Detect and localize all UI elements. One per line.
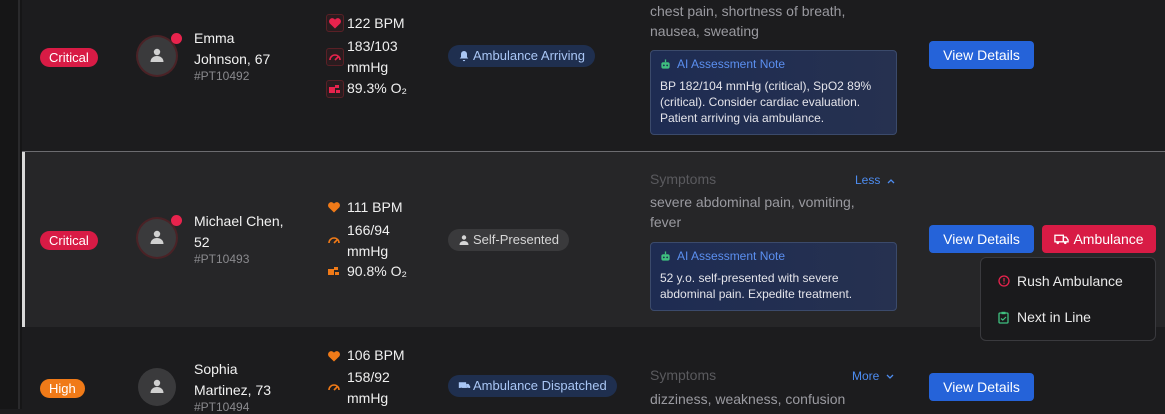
- clipboard-icon: [998, 311, 1009, 324]
- less-toggle[interactable]: Less: [855, 173, 895, 187]
- person-icon: [459, 235, 469, 245]
- chevron-up-icon: [887, 179, 895, 184]
- avatar: [138, 219, 176, 257]
- view-details-button[interactable]: View Details: [929, 41, 1034, 69]
- symptoms-text: dizziness, weakness, confusion: [650, 391, 846, 407]
- symptoms-label: Symptoms: [650, 367, 717, 383]
- blood-pressure: 166/94 mmHg: [347, 222, 390, 259]
- ai-note-text: BP 182/104 mmHg (critical), SpO2 89% (cr…: [660, 79, 872, 125]
- bell-icon: [459, 51, 469, 62]
- alert-circle-icon: [998, 275, 1010, 287]
- status-badge: Ambulance Dispatched: [448, 375, 617, 397]
- user-icon: [150, 48, 164, 62]
- truck-icon: [458, 382, 471, 390]
- avatar: [138, 37, 176, 75]
- heart-icon: [326, 14, 344, 32]
- view-details-button[interactable]: View Details: [929, 373, 1034, 401]
- gauge-icon: [326, 379, 342, 395]
- oxygen-saturation: 90.8% O₂: [347, 263, 407, 279]
- oxygen-saturation: 89.3% O₂: [347, 80, 407, 96]
- patient-id: #PT10492: [194, 69, 250, 83]
- alert-dot: [171, 33, 182, 44]
- severity-badge: High: [40, 379, 85, 398]
- chevron-down-icon: [886, 374, 894, 379]
- ai-note-title: AI Assessment Note: [677, 249, 786, 263]
- heart-icon: [326, 199, 342, 215]
- patient-id: #PT10494: [194, 400, 250, 414]
- heart-rate: 111 BPM: [347, 199, 403, 215]
- severity-badge: Critical: [40, 48, 98, 67]
- heart-icon: [326, 348, 342, 364]
- ambulance-dropdown-menu: Rush Ambulance Next in Line: [980, 257, 1156, 341]
- left-rail: [0, 0, 22, 409]
- avatar: [138, 368, 176, 406]
- more-toggle[interactable]: More: [852, 369, 894, 383]
- patient-name[interactable]: Sophia Martinez, 73: [194, 359, 304, 401]
- symptoms-text: severe abdominal pain, vomiting, fever: [650, 194, 855, 230]
- severity-badge: Critical: [40, 231, 98, 250]
- robot-icon: [661, 59, 670, 69]
- heart-rate: 106 BPM: [347, 347, 405, 363]
- rush-ambulance-item[interactable]: Rush Ambulance: [981, 264, 1155, 298]
- oxygen-icon: [326, 263, 342, 279]
- patient-name[interactable]: Emma Johnson, 67: [194, 28, 304, 70]
- robot-icon: [661, 251, 670, 261]
- ai-note-title: AI Assessment Note: [677, 57, 786, 71]
- ai-assessment-note: AI Assessment Note 52 y.o. self-presente…: [650, 242, 897, 311]
- oxygen-icon: [326, 80, 344, 98]
- patient-row: Critical Emma Johnson, 67 #PT10492 122 BP…: [22, 0, 1165, 151]
- user-icon: [150, 379, 164, 393]
- status-badge: Self-Presented: [448, 229, 569, 251]
- alert-dot: [171, 215, 182, 226]
- heart-rate: 122 BPM: [347, 15, 405, 31]
- user-icon: [150, 230, 164, 244]
- ai-note-text: 52 y.o. self-presented with severe abdom…: [660, 271, 853, 301]
- gauge-icon: [326, 48, 344, 66]
- ambulance-icon: [1054, 234, 1070, 245]
- blood-pressure: 183/103 mmHg: [347, 38, 398, 75]
- ai-assessment-note: AI Assessment Note BP 182/104 mmHg (crit…: [650, 50, 897, 135]
- view-details-button[interactable]: View Details: [929, 225, 1034, 253]
- blood-pressure: 158/92 mmHg: [347, 369, 390, 406]
- next-in-line-item[interactable]: Next in Line: [981, 300, 1155, 334]
- ambulance-button[interactable]: Ambulance: [1042, 225, 1156, 253]
- status-badge: Ambulance Arriving: [448, 45, 595, 67]
- patient-name[interactable]: Michael Chen, 52: [194, 211, 304, 253]
- symptoms-label: Symptoms: [650, 171, 717, 187]
- patient-id: #PT10493: [194, 252, 250, 266]
- gauge-icon: [326, 232, 342, 248]
- symptoms-text: chest pain, shortness of breath, nausea, …: [650, 3, 846, 39]
